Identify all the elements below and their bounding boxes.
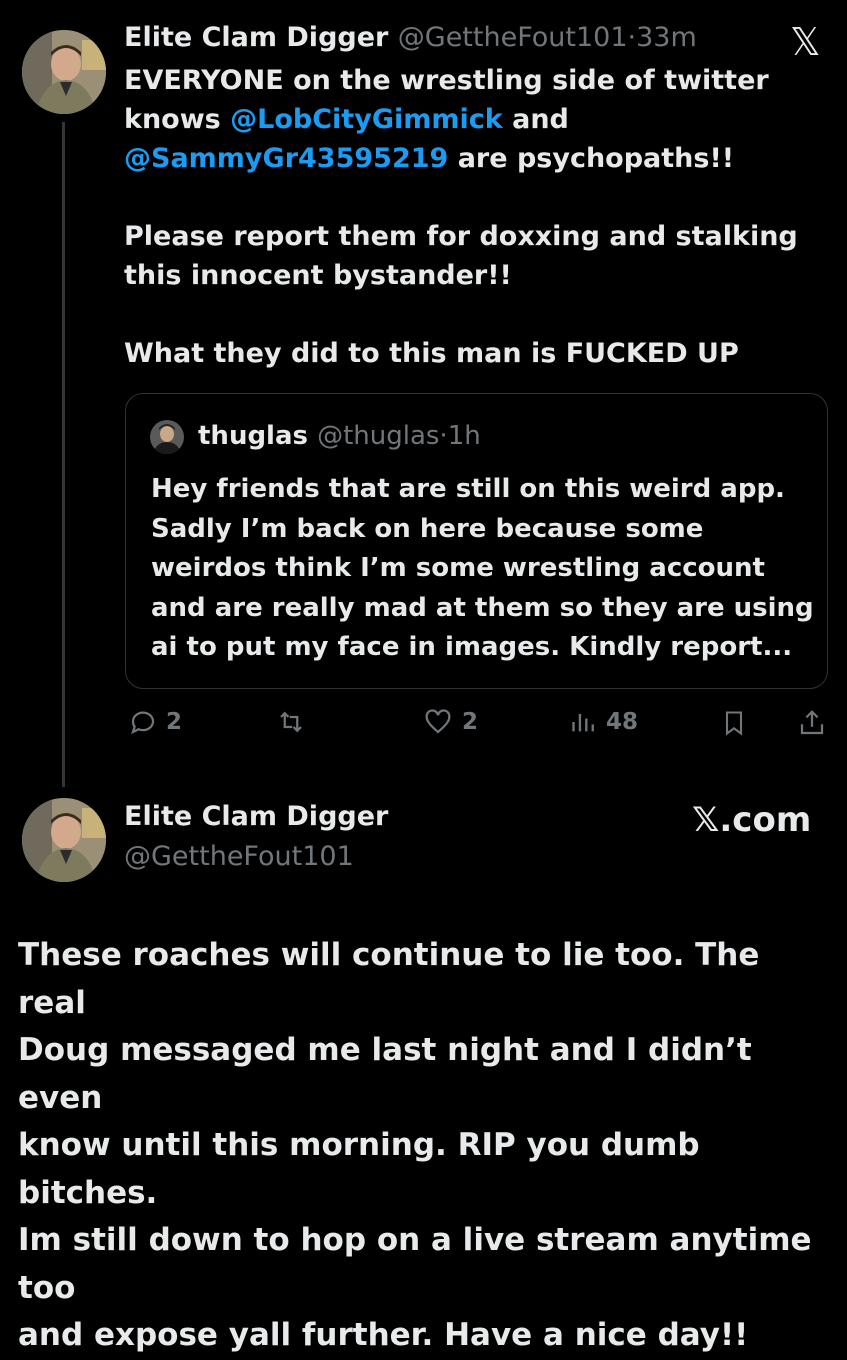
like-icon bbox=[425, 709, 451, 734]
quote-avatar-photo bbox=[150, 420, 184, 454]
reply-icon bbox=[131, 711, 155, 735]
separator: · bbox=[439, 421, 448, 451]
view-count: 48 bbox=[606, 709, 639, 735]
handle[interactable]: @GettheFout101 bbox=[398, 22, 628, 53]
quote-header: thuglas @thuglas·1h bbox=[198, 421, 481, 451]
like-button[interactable]: 2 bbox=[422, 707, 478, 737]
quote-text-line: Sadly I’m back on here because some bbox=[151, 513, 704, 544]
bookmark-icon bbox=[725, 711, 743, 736]
reply-avatar[interactable] bbox=[22, 798, 106, 882]
tweet-text-line: @SammyGr43595219 are psychopaths!! bbox=[124, 139, 824, 178]
avatar-photo bbox=[22, 30, 106, 114]
caption-text: These roaches will continue to lie too. … bbox=[18, 932, 838, 1360]
quote-text-line: Hey friends that are still on this weird… bbox=[151, 474, 785, 504]
tweet-text-line: EVERYONE on the wrestling side of twitte… bbox=[124, 65, 769, 96]
quote-display-name[interactable]: thuglas bbox=[198, 421, 308, 451]
brand-watermark: 𝕏.com bbox=[692, 800, 812, 840]
mention-link[interactable]: @SammyGr43595219 bbox=[124, 143, 448, 174]
caption-line: Doug messaged me last night and I didn’t… bbox=[18, 1032, 752, 1116]
reply-count: 2 bbox=[166, 709, 183, 735]
share-icon bbox=[800, 710, 824, 735]
share-button[interactable] bbox=[797, 707, 827, 739]
quote-text-line: weirdos think I’m some wrestling account bbox=[151, 553, 765, 583]
text-fragment: knows bbox=[124, 104, 231, 135]
tweet-text: EVERYONE on the wrestling side of twitte… bbox=[124, 61, 824, 373]
separator: · bbox=[627, 22, 637, 53]
retweet-icon bbox=[280, 711, 302, 733]
like-count: 2 bbox=[462, 709, 479, 735]
quote-handle[interactable]: @thuglas bbox=[317, 421, 439, 451]
quote-timestamp[interactable]: 1h bbox=[448, 421, 481, 451]
bookmark-button[interactable] bbox=[720, 707, 748, 739]
caption-line: Im still down to hop on a live stream an… bbox=[18, 1222, 812, 1306]
tweet-text-line: What they did to this man is FUCKED UP bbox=[124, 338, 739, 369]
thread-connector-line bbox=[62, 122, 65, 787]
quote-text-line: and are really mad at them so they are u… bbox=[151, 592, 814, 623]
display-name[interactable]: Elite Clam Digger bbox=[124, 22, 388, 53]
caption-line: know until this morning. RIP you dumb bi… bbox=[18, 1127, 700, 1211]
retweet-button[interactable] bbox=[275, 707, 307, 737]
mention-link[interactable]: @LobCityGimmick bbox=[230, 104, 503, 135]
avatar-photo bbox=[22, 798, 106, 882]
quote-text: Hey friends that are still on this weird… bbox=[151, 470, 821, 668]
caption-line: These roaches will continue to lie too. … bbox=[18, 937, 760, 1021]
reply-button[interactable]: 2 bbox=[128, 707, 182, 737]
quote-avatar[interactable] bbox=[150, 420, 184, 454]
views-button[interactable]: 48 bbox=[570, 707, 638, 737]
quote-text-line: ai to put my face in images. Kindly repo… bbox=[151, 632, 793, 662]
views-icon bbox=[572, 713, 594, 732]
tweet-text-line: knows @LobCityGimmick and bbox=[124, 100, 824, 139]
avatar[interactable] bbox=[22, 30, 106, 114]
reply-handle[interactable]: @GettheFout101 bbox=[124, 841, 354, 872]
quote-tweet-card[interactable]: thuglas @thuglas·1h Hey friends that are… bbox=[125, 393, 828, 689]
tweet-header: Elite Clam Digger @GettheFout101·33m bbox=[124, 22, 697, 53]
tweet-text-line: Please report them for doxxing and stalk… bbox=[124, 221, 798, 252]
text-fragment: and bbox=[502, 104, 569, 135]
reply-display-name[interactable]: Elite Clam Digger bbox=[124, 801, 388, 832]
caption-line: and expose yall further. Have a nice day… bbox=[18, 1317, 749, 1353]
timestamp[interactable]: 33m bbox=[636, 22, 697, 53]
text-fragment: are psychopaths!! bbox=[448, 143, 735, 174]
tweet-text-line: this innocent bystander!! bbox=[124, 260, 512, 291]
x-logo-icon[interactable]: 𝕏 bbox=[790, 20, 821, 64]
